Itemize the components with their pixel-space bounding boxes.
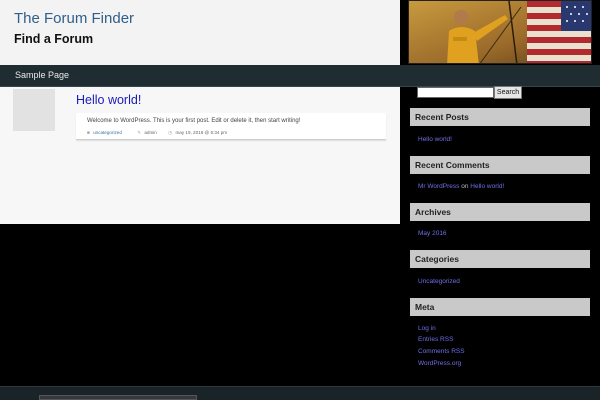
pencil-icon: ✎ xyxy=(137,130,142,135)
nav-item-sample-page[interactable]: Sample Page xyxy=(15,70,69,80)
post-date: may 19, 2016 @ 6:34 pm xyxy=(175,130,228,135)
post-author-link[interactable]: admin xyxy=(144,130,157,135)
post-title[interactable]: Hello world! xyxy=(76,93,141,107)
search-button[interactable]: Search xyxy=(494,86,522,99)
post-entry: Welcome to WordPress. This is your first… xyxy=(76,113,386,140)
clock-icon: ◷ xyxy=(168,130,173,135)
category-link[interactable]: Uncategorized xyxy=(418,278,460,285)
widget-title-archives: Archives xyxy=(410,203,590,221)
widget-title-meta: Meta xyxy=(410,298,590,316)
post-excerpt: Welcome to WordPress. This is your first… xyxy=(87,118,301,124)
folder-icon: ■ xyxy=(87,130,90,135)
post-meta: ■ uncategorized ✎ admin ◷ may 19, 2016 @… xyxy=(87,130,227,136)
widget-title-recent-posts: Recent Posts xyxy=(410,108,590,126)
header-banner-image xyxy=(408,0,592,64)
widget-title-categories: Categories xyxy=(410,250,590,268)
recent-comment-item: Mr WordPress on Hello world! xyxy=(418,183,504,190)
post-thumbnail[interactable] xyxy=(13,89,55,131)
meta-link-wordpress-org[interactable]: WordPress.org xyxy=(418,360,461,367)
main-content: Hello world! Welcome to WordPress. This … xyxy=(0,87,400,224)
site-description: Find a Forum xyxy=(14,32,94,46)
site-title[interactable]: The Forum Finder xyxy=(14,10,134,27)
comment-post-link[interactable]: Hello world! xyxy=(470,183,504,190)
meta-link-log-in[interactable]: Log in xyxy=(418,325,436,332)
footer-widget-bar xyxy=(39,395,197,400)
main-navigation: Sample Page xyxy=(0,65,600,87)
archive-link[interactable]: May 2016 xyxy=(418,230,447,237)
meta-link-comments-rss[interactable]: Comments RSS xyxy=(418,348,465,355)
banner-illustration xyxy=(409,1,591,63)
post-category-link[interactable]: uncategorized xyxy=(93,130,122,135)
widget-title-recent-comments: Recent Comments xyxy=(410,156,590,174)
comment-joiner: on xyxy=(461,183,469,190)
search-input[interactable] xyxy=(417,87,494,98)
meta-link-entries-rss[interactable]: Entries RSS xyxy=(418,336,453,343)
site-header: The Forum Finder Find a Forum xyxy=(0,0,400,65)
comment-author-link[interactable]: Mr WordPress xyxy=(418,183,459,190)
recent-post-link[interactable]: Hello world! xyxy=(418,136,452,143)
